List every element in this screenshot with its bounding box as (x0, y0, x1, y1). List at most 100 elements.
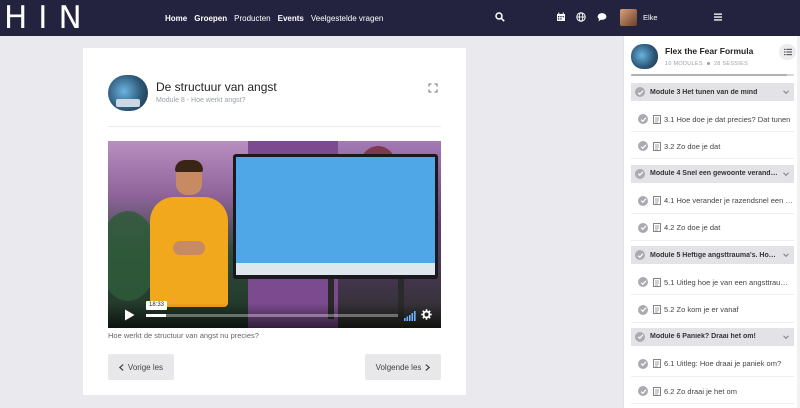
check-icon (638, 358, 648, 369)
chevron-left-icon (118, 363, 124, 371)
course-thumbnail (631, 44, 658, 69)
document-icon (653, 359, 661, 369)
search-icon[interactable] (494, 11, 506, 23)
presenter-hair (175, 160, 203, 172)
calendar-icon[interactable] (555, 11, 567, 23)
lesson-title: 5.2 Zo kom je er vanaf (664, 305, 739, 314)
check-icon (635, 250, 645, 261)
module-title: Module 3 Het tunen van de mind (650, 88, 758, 96)
course-progress-bar (631, 74, 794, 76)
previous-lesson-button[interactable]: Vorige les (108, 354, 174, 380)
module-title: Module 6 Paniek? Draai het om! (650, 333, 756, 341)
sidebar-divider (631, 212, 794, 214)
chevron-down-icon (782, 170, 790, 178)
lesson-title: 3.2 Zo doe je dat (664, 141, 721, 151)
nav-producten[interactable]: Producten (234, 14, 270, 23)
next-lesson-button[interactable]: Volgende les (365, 354, 441, 380)
globe-icon[interactable] (575, 11, 587, 23)
play-icon[interactable] (124, 308, 135, 321)
video-player[interactable]: 18:33 (108, 141, 441, 328)
sidebar-divider (631, 375, 794, 377)
lesson-title: 4.1 Hoe verander je razendsnel een gewoo… (664, 196, 794, 206)
document-icon (653, 196, 661, 206)
sidebar-lesson-item[interactable]: 6.1 Uitleg: Hoe draai je paniek om? (631, 355, 794, 373)
lesson-title: 4.2 Zo doe je dat (664, 223, 721, 233)
nav-events[interactable]: Events (278, 14, 304, 23)
lesson-card: De structuur van angst Module 8 - Hoe we… (83, 48, 466, 395)
document-icon (653, 114, 661, 124)
course-meta: 10 MODULES 28 SESSIES (665, 61, 748, 67)
document-icon (653, 386, 661, 396)
sidebar-lesson-item[interactable]: 6.2 Zo draai je het om (631, 382, 794, 400)
video-time: 18:33 (146, 301, 168, 310)
check-icon (638, 277, 648, 288)
sidebar-divider (631, 158, 794, 160)
sidebar-divider (631, 321, 794, 323)
chevron-down-icon (782, 88, 790, 96)
sidebar-divider (631, 294, 794, 296)
modules-count: 10 MODULES (665, 61, 703, 67)
sidebar-lesson-item[interactable]: 4.1 Hoe verander je razendsnel een gewoo… (631, 192, 794, 210)
volume-icon[interactable] (404, 308, 416, 321)
lesson-subtitle: Module 8 - Hoe werkt angst? (156, 97, 246, 104)
sidebar-lesson-item[interactable]: 3.2 Zo doe je dat (631, 137, 794, 155)
sidebar-lesson-item[interactable]: 5.2 Zo kom je er vanaf (631, 301, 794, 319)
next-lesson-label: Volgende les (375, 362, 422, 372)
presenter-hands (173, 241, 205, 255)
document-icon (653, 277, 661, 287)
settings-gear-icon[interactable] (421, 307, 432, 320)
video-caption: Hoe werkt de structuur van angst nu prec… (108, 331, 259, 340)
list-toggle-button[interactable] (779, 44, 796, 60)
user-name[interactable]: Elke (643, 13, 658, 22)
check-icon (638, 114, 648, 124)
lesson-title: 5.1 Uitleg hoe je van een angsttrauma af… (664, 277, 794, 287)
lesson-title: 6.1 Uitleg: Hoe draai je paniek om? (664, 359, 782, 369)
avatar[interactable] (620, 9, 637, 26)
module-title: Module 5 Heftige angsttrauma's. Hoe kom … (650, 251, 778, 259)
check-icon (638, 222, 648, 233)
divider (108, 126, 441, 127)
check-icon (635, 168, 645, 179)
module-title: Module 4 Snel een gewoonte veranderen (650, 170, 778, 178)
chat-icon[interactable] (596, 11, 608, 23)
tv-taskbar (236, 263, 435, 275)
chevron-down-icon (782, 251, 790, 259)
chevron-right-icon (425, 363, 431, 371)
previous-lesson-label: Vorige les (127, 362, 164, 372)
document-icon (653, 223, 661, 233)
nav-groepen[interactable]: Groepen (194, 14, 227, 23)
sidebar-lesson-item[interactable]: 5.1 Uitleg hoe je van een angsttrauma af… (631, 273, 794, 291)
lesson-title: 3.1 Hoe doe je dat precies? Dat tunen (664, 114, 791, 124)
menu-icon[interactable] (712, 11, 724, 23)
nav-home[interactable]: Home (165, 14, 187, 23)
check-icon (635, 87, 645, 97)
sidebar-lesson-item[interactable]: 4.2 Zo doe je dat (631, 219, 794, 237)
check-icon (638, 304, 648, 315)
lesson-title: 6.2 Zo draai je het om (664, 386, 737, 396)
expand-icon[interactable] (427, 81, 439, 93)
sidebar-module-header[interactable]: Module 3 Het tunen van de mind (631, 83, 794, 101)
document-icon (653, 141, 661, 151)
check-icon (638, 386, 648, 397)
check-icon (638, 195, 648, 206)
check-icon (638, 141, 648, 152)
course-progress-fill (631, 74, 788, 76)
sidebar-lesson-item[interactable]: 3.1 Hoe doe je dat precies? Dat tunen (631, 110, 794, 128)
lesson-thumbnail (108, 75, 148, 111)
logo[interactable]: HIN (4, 2, 93, 34)
video-progress-track[interactable] (146, 314, 398, 317)
sidebar-module-header[interactable]: Module 4 Snel een gewoonte veranderen (631, 164, 794, 183)
sidebar-module-header[interactable]: Module 6 Paniek? Draai het om! (631, 327, 794, 346)
list-icon (783, 48, 792, 56)
sidebar-divider (631, 403, 794, 405)
top-navbar: HIN Home Groepen Producten Events Veelge… (0, 0, 800, 36)
sidebar-divider (631, 239, 794, 241)
chevron-down-icon (782, 333, 790, 341)
document-icon (653, 305, 661, 314)
video-progress-fill (146, 314, 167, 317)
sidebar-divider (631, 131, 794, 132)
check-icon (635, 331, 645, 342)
nav-faq[interactable]: Veelgestelde vragen (311, 14, 384, 23)
sidebar-module-header[interactable]: Module 5 Heftige angsttrauma's. Hoe kom … (631, 246, 794, 265)
course-title[interactable]: Flex the Fear Formula (665, 46, 753, 56)
